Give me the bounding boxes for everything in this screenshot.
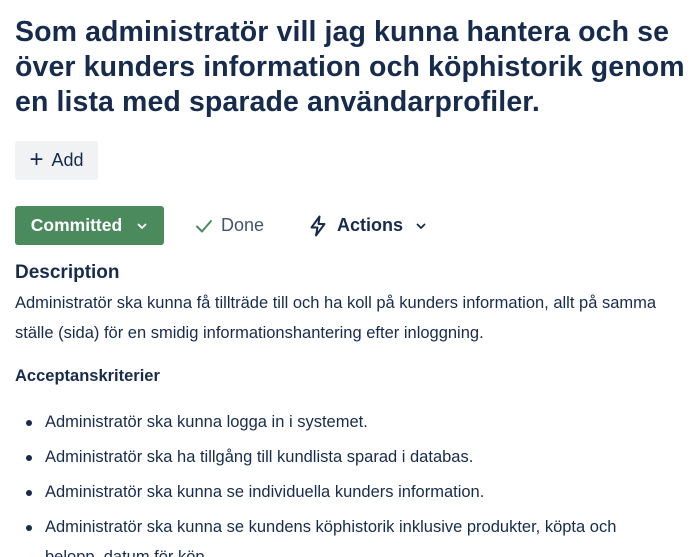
description-heading: Description bbox=[15, 262, 120, 283]
chevron-down-icon bbox=[416, 223, 426, 229]
acceptance-criteria-list: Administratör ska kunna logga in i syste… bbox=[15, 407, 675, 557]
actions-label: Actions bbox=[337, 215, 404, 235]
add-button[interactable]: + Add bbox=[15, 141, 98, 180]
add-button-label: Add bbox=[51, 150, 84, 170]
list-item: Administratör ska ha tillgång till kundl… bbox=[15, 442, 675, 472]
issue-title[interactable]: Som administratör vill jag kunna hantera… bbox=[15, 0, 685, 120]
plus-icon: + bbox=[29, 145, 44, 173]
description-text[interactable]: Administratör ska kunna få tillträde til… bbox=[15, 288, 675, 348]
list-item: Administratör ska kunna se individuella … bbox=[15, 477, 675, 507]
done-label: Done bbox=[221, 215, 265, 235]
status-dropdown-button[interactable]: Committed bbox=[15, 206, 164, 245]
checkmark-icon bbox=[196, 219, 212, 232]
list-item: Administratör ska kunna logga in i syste… bbox=[15, 407, 675, 437]
chevron-down-icon bbox=[137, 223, 147, 229]
status-toolbar: Committed Done Actions bbox=[15, 206, 427, 245]
acceptance-criteria-heading: Acceptanskriterier bbox=[15, 367, 160, 385]
actions-button[interactable]: Actions bbox=[308, 215, 427, 237]
status-label: Committed bbox=[30, 215, 123, 235]
list-item: Administratör ska kunna se kundens köphi… bbox=[15, 512, 675, 557]
issue-view: Som administratör vill jag kunna hantera… bbox=[0, 0, 697, 557]
lightning-bolt-icon bbox=[310, 215, 326, 236]
done-button[interactable]: Done bbox=[194, 215, 264, 236]
